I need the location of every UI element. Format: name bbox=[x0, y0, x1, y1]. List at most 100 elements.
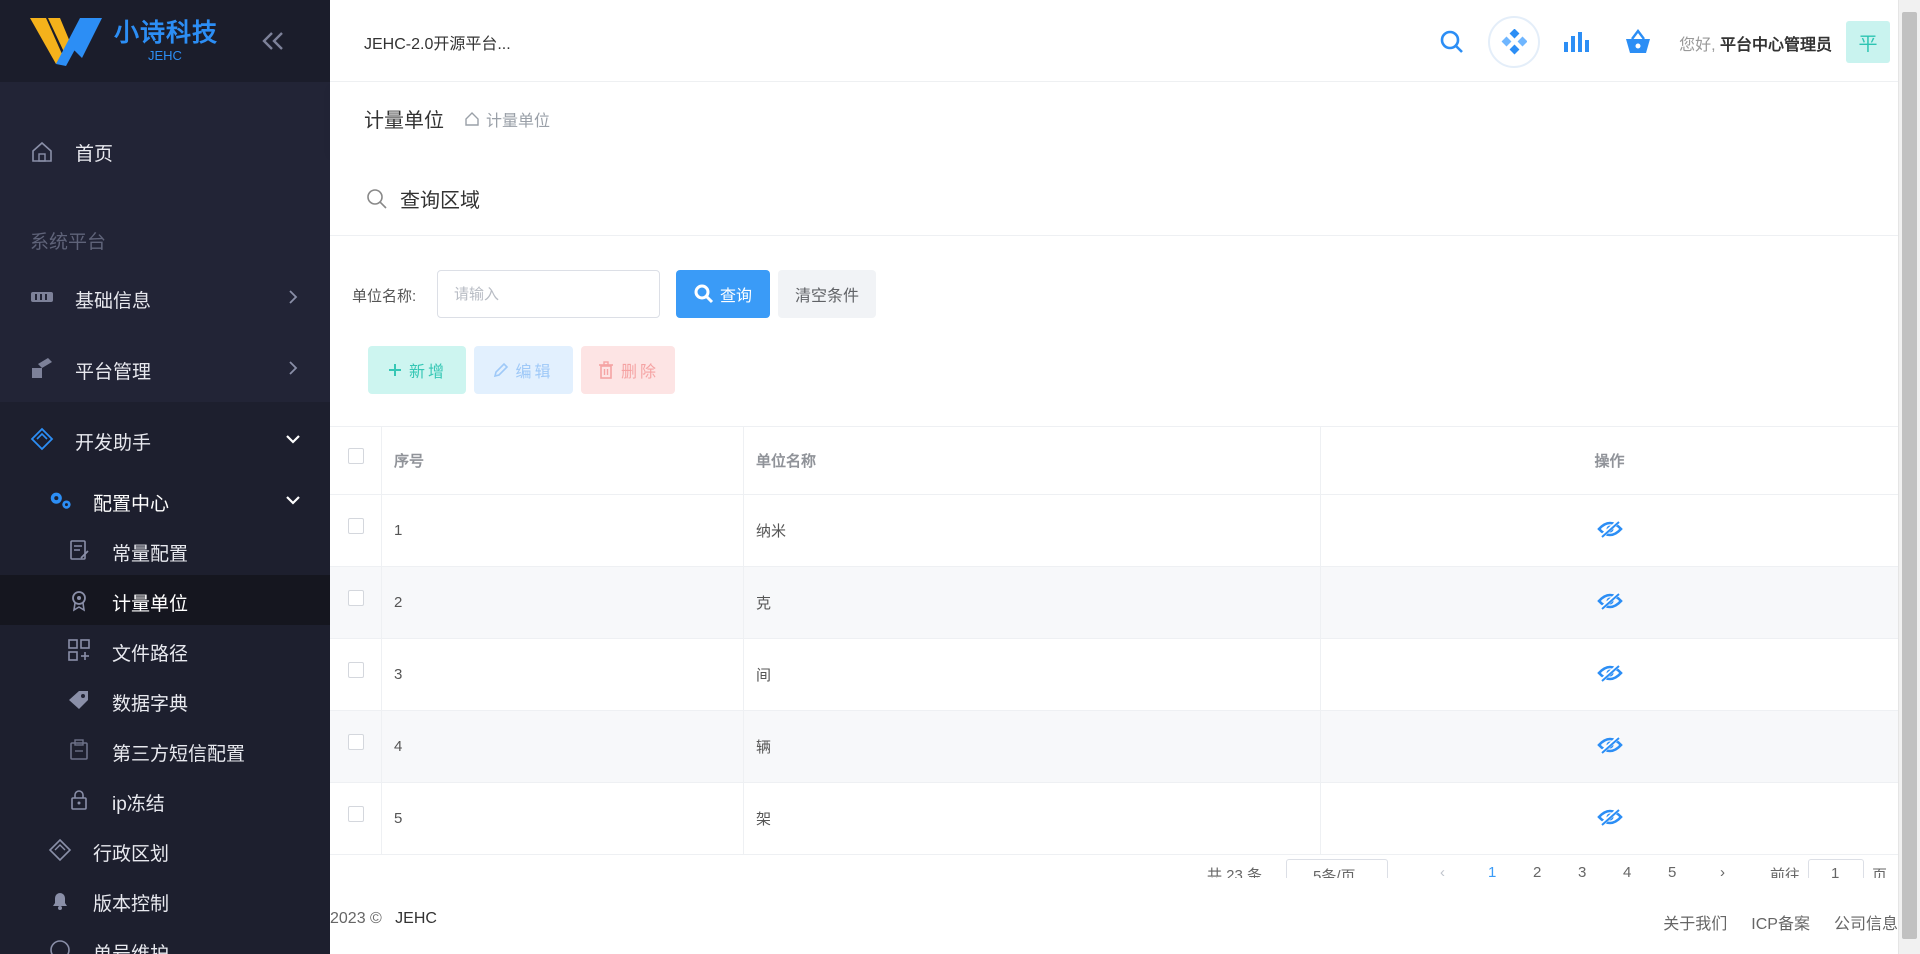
row-checkbox[interactable] bbox=[347, 661, 364, 678]
footer-brand[interactable]: JEHC bbox=[395, 910, 437, 927]
footer-link-company[interactable]: 公司信息 bbox=[1834, 910, 1898, 934]
clear-button[interactable]: 清空条件 bbox=[778, 270, 876, 318]
logo: 小诗科技 JEHC bbox=[0, 0, 330, 82]
row-checkbox[interactable] bbox=[347, 517, 364, 534]
add-label: 新增 bbox=[408, 364, 447, 381]
sidebar-item-version-control[interactable]: 版本控制 bbox=[0, 883, 330, 917]
page-size-select[interactable]: 5条/页 bbox=[1286, 859, 1388, 878]
query-header: 查询区域 bbox=[330, 162, 1898, 236]
scrollbar-thumb[interactable] bbox=[1902, 12, 1917, 939]
sidebar-item-config-center[interactable]: 配置中心 bbox=[0, 483, 330, 517]
sidebar-item-file-path[interactable]: 文件路径 bbox=[0, 633, 330, 667]
breadcrumb-item: 计量单位 bbox=[486, 113, 551, 130]
page-number[interactable]: 1 bbox=[1488, 864, 1496, 878]
platform-title: JEHC-2.0开源平台... bbox=[364, 36, 511, 53]
cell-op bbox=[1321, 495, 1898, 566]
sidebar-item-label: 开发助手 bbox=[75, 433, 152, 454]
table-row[interactable]: 5架 bbox=[330, 783, 1898, 855]
footer-link-about[interactable]: 关于我们 bbox=[1663, 910, 1727, 934]
sidebar-item-ip-freeze[interactable]: ip冻结 bbox=[0, 783, 330, 817]
avatar[interactable]: 平 bbox=[1846, 21, 1890, 63]
apps-icon[interactable] bbox=[1488, 16, 1540, 68]
sidebar-item-sms-config[interactable]: 第三方短信配置 bbox=[0, 733, 330, 767]
unit-name-input[interactable] bbox=[437, 270, 660, 318]
add-button[interactable]: 新增 bbox=[368, 346, 466, 394]
view-hidden-icon[interactable] bbox=[1596, 735, 1623, 759]
sidebar-item-label: 行政区划 bbox=[93, 844, 170, 865]
sidebar-item-data-dict[interactable]: 数据字典 bbox=[0, 683, 330, 717]
footer-links: 关于我们 ICP备案 公司信息 bbox=[1663, 910, 1898, 934]
sidebar-item-dev-assistant[interactable]: 开发助手 bbox=[0, 422, 330, 456]
cell-name: 辆 bbox=[744, 711, 1321, 782]
sidebar-item-home[interactable]: 首页 bbox=[0, 135, 330, 169]
copyright: 2023 © JEHC bbox=[330, 910, 437, 928]
edit-button[interactable]: 编辑 bbox=[474, 346, 573, 394]
goto-label: 前往 bbox=[1770, 867, 1801, 878]
view-hidden-icon[interactable] bbox=[1596, 591, 1623, 615]
sidebar: 小诗科技 JEHC 首页 系统平台 基础信息 平台管理 开发助手 配置中心 常量… bbox=[0, 0, 330, 954]
query-label: 查询 bbox=[719, 288, 752, 305]
sidebar-item-constant-config[interactable]: 常量配置 bbox=[0, 533, 330, 567]
column-header-name[interactable]: 单位名称 bbox=[744, 427, 1321, 494]
page-number[interactable]: 4 bbox=[1623, 864, 1631, 878]
goto-value: 1 bbox=[1831, 865, 1840, 878]
user-name[interactable]: 平台中心管理员 bbox=[1720, 37, 1832, 54]
page-number[interactable]: 3 bbox=[1578, 864, 1586, 878]
brand-sub: JEHC bbox=[148, 47, 182, 63]
sidebar-item-basic-info[interactable]: 基础信息 bbox=[0, 280, 330, 314]
table-row[interactable]: 3间 bbox=[330, 639, 1898, 711]
page-header: 计量单位 计量单位 bbox=[330, 82, 1898, 150]
diamond-icon bbox=[30, 427, 54, 451]
sidebar-item-number-maintain[interactable]: 单号维护 bbox=[0, 933, 330, 954]
footer-link-icp[interactable]: ICP备案 bbox=[1751, 910, 1810, 934]
sidebar-item-admin-division[interactable]: 行政区划 bbox=[0, 833, 330, 867]
row-checkbox[interactable] bbox=[347, 589, 364, 606]
table-row[interactable]: 1 纳米 bbox=[330, 495, 1898, 567]
next-page-icon[interactable]: › bbox=[1720, 864, 1725, 878]
page-number[interactable]: 2 bbox=[1533, 864, 1541, 878]
clear-label: 清空条件 bbox=[794, 288, 859, 305]
logo-mark-icon bbox=[30, 18, 102, 66]
table-row[interactable]: 4辆 bbox=[330, 711, 1898, 783]
chevron-right-icon bbox=[289, 290, 298, 304]
delete-button[interactable]: 删除 bbox=[581, 346, 675, 394]
sidebar-item-label: 配置中心 bbox=[93, 494, 170, 515]
chevron-right-icon bbox=[289, 361, 298, 375]
search-icon bbox=[367, 188, 387, 209]
prev-page-icon[interactable]: ‹ bbox=[1440, 864, 1445, 878]
cell-op bbox=[1321, 783, 1898, 854]
sidebar-item-label: 基础信息 bbox=[75, 291, 152, 312]
section-label: 系统平台 bbox=[30, 232, 107, 253]
basket-icon[interactable] bbox=[1618, 22, 1658, 62]
cell-op bbox=[1321, 567, 1898, 638]
pagination: 共 23 条 5条/页 ‹ 1 2 3 4 5 › 前往 1 页 bbox=[330, 858, 1898, 878]
pencil-icon bbox=[494, 362, 509, 378]
page-title: 计量单位 bbox=[364, 110, 444, 132]
sidebar-item-platform[interactable]: 平台管理 bbox=[0, 351, 330, 385]
row-checkbox[interactable] bbox=[347, 733, 364, 750]
platform-icon bbox=[32, 358, 52, 378]
query-button[interactable]: 查询 bbox=[676, 270, 770, 318]
view-hidden-icon[interactable] bbox=[1596, 519, 1623, 543]
select-all-checkbox[interactable] bbox=[347, 447, 364, 464]
page-number[interactable]: 5 bbox=[1668, 864, 1676, 878]
view-hidden-icon[interactable] bbox=[1596, 807, 1623, 831]
goto-input[interactable]: 1 bbox=[1808, 859, 1864, 878]
column-header-no[interactable]: 序号 bbox=[382, 427, 744, 494]
page-scrollbar[interactable] bbox=[1898, 0, 1920, 954]
sidebar-item-label: 版本控制 bbox=[93, 894, 170, 915]
home-icon[interactable] bbox=[464, 111, 480, 127]
row-checkbox[interactable] bbox=[347, 805, 364, 822]
query-title: 查询区域 bbox=[400, 190, 480, 212]
table-row[interactable]: 2克 bbox=[330, 567, 1898, 639]
cell-op bbox=[1321, 711, 1898, 782]
breadcrumb: 计量单位 bbox=[464, 107, 550, 131]
view-hidden-icon[interactable] bbox=[1596, 663, 1623, 687]
bar-chart-icon[interactable] bbox=[1556, 22, 1596, 62]
sidebar-item-measure-unit[interactable]: 计量单位 bbox=[0, 583, 330, 617]
gears-icon bbox=[50, 492, 71, 509]
search-icon bbox=[694, 284, 714, 304]
cell-no: 2 bbox=[382, 567, 744, 638]
double-chevron-left-icon[interactable] bbox=[258, 26, 288, 56]
search-icon[interactable] bbox=[1432, 22, 1472, 62]
